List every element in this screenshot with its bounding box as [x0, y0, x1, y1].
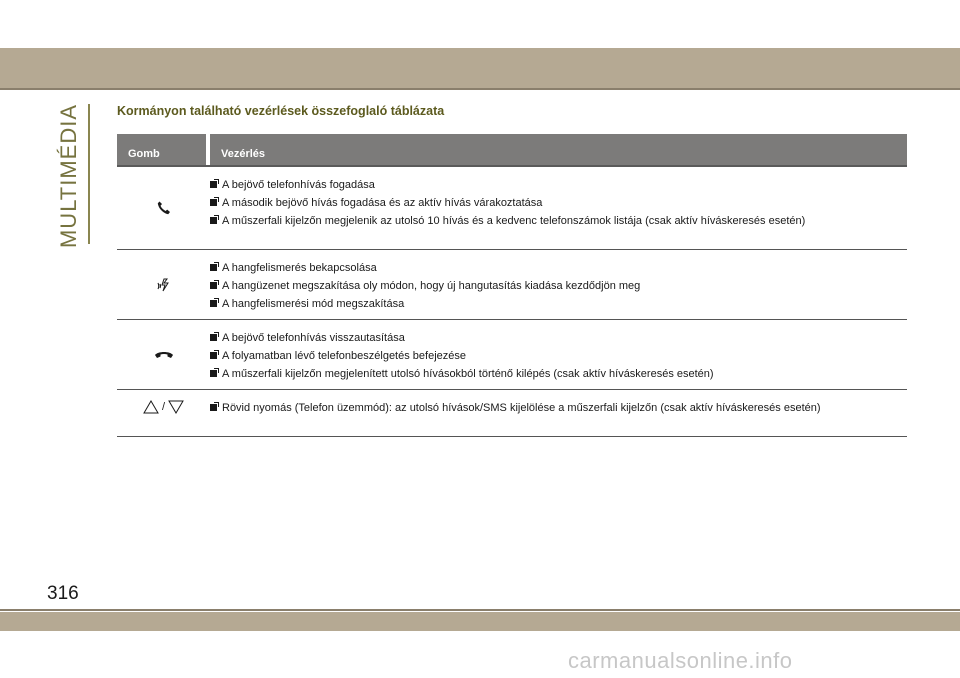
- bullet-box-icon: [210, 300, 217, 307]
- side-section-label-text: MULTIMÉDIA: [56, 103, 82, 249]
- button-cell: [117, 320, 210, 389]
- top-rule: [0, 88, 960, 90]
- table-row: / Rövid nyomás (Telefon üzemmód): az uto…: [117, 390, 907, 437]
- bullet-box-icon: [210, 404, 217, 411]
- table-header: Gomb Vezérlés: [117, 134, 907, 165]
- list-item: A bejövő telefonhívás fogadása: [210, 179, 907, 191]
- bullet-box-icon: [210, 334, 217, 341]
- phone-accept-icon: [157, 201, 170, 215]
- bottom-band: [0, 612, 960, 631]
- button-cell: /: [117, 390, 210, 414]
- bullet-box-icon: [210, 282, 217, 289]
- bullet-box-icon: [210, 199, 217, 206]
- control-cell: Rövid nyomás (Telefon üzemmód): az utols…: [210, 390, 907, 422]
- bullet-box-icon: [210, 370, 217, 377]
- section-title: Kormányon található vezérlések összefogl…: [117, 104, 445, 118]
- control-cell: A bejövő telefonhívás fogadása A második…: [210, 167, 907, 249]
- control-cell: A bejövő telefonhívás visszautasítása A …: [210, 320, 907, 389]
- arrow-separator: /: [161, 401, 166, 413]
- header-control-col: Vezérlés: [210, 134, 907, 165]
- up-arrow-icon: [143, 400, 159, 414]
- controls-table: Gomb Vezérlés A bejövő telefonhívás foga…: [117, 134, 907, 437]
- list-item: A hangfelismerés bekapcsolása: [210, 262, 907, 274]
- button-cell: [117, 250, 210, 319]
- list-item: A folyamatban lévő telefonbeszélgetés be…: [210, 350, 907, 362]
- table-row: A hangfelismerés bekapcsolása A hangüzen…: [117, 250, 907, 320]
- list-item: A második bejövő hívás fogadása és az ak…: [210, 197, 907, 209]
- down-arrow-icon: [168, 400, 184, 414]
- bullet-box-icon: [210, 264, 217, 271]
- header-button-col: Gomb: [117, 134, 206, 165]
- button-cell: [117, 167, 210, 249]
- bullet-box-icon: [210, 181, 217, 188]
- list-item: A hangüzenet megszakítása oly módon, hog…: [210, 280, 907, 292]
- table-row: A bejövő telefonhívás fogadása A második…: [117, 167, 907, 250]
- side-rule: [88, 104, 90, 244]
- phone-hangup-icon: [154, 351, 173, 358]
- list-item: A bejövő telefonhívás visszautasítása: [210, 332, 907, 344]
- page-number: 316: [47, 583, 79, 604]
- list-item: A hangfelismerési mód megszakítása: [210, 298, 907, 310]
- list-item: A műszerfali kijelzőn megjelenített utol…: [210, 368, 907, 380]
- watermark-text: carmanualsonline.info: [568, 648, 793, 673]
- side-section-label: MULTIMÉDIA: [52, 103, 86, 249]
- top-band: [0, 48, 960, 88]
- bullet-box-icon: [210, 217, 217, 224]
- list-item: A műszerfali kijelzőn megjelenik az utol…: [210, 215, 907, 227]
- table-row: A bejövő telefonhívás visszautasítása A …: [117, 320, 907, 390]
- control-cell: A hangfelismerés bekapcsolása A hangüzen…: [210, 250, 907, 319]
- list-item: Rövid nyomás (Telefon üzemmód): az utols…: [210, 402, 907, 414]
- bottom-rule: [0, 609, 960, 611]
- bullet-box-icon: [210, 352, 217, 359]
- voice-recognition-icon: [156, 278, 169, 291]
